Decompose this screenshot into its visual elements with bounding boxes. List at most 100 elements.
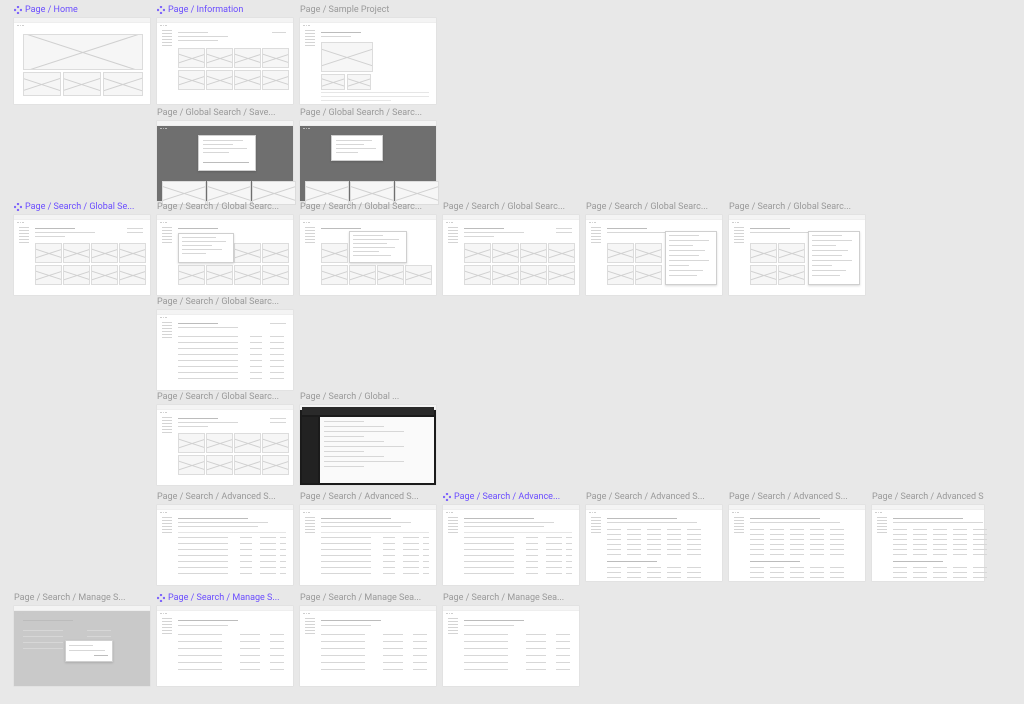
frame-thumbnail[interactable]	[586, 215, 722, 295]
frame[interactable]: Page / Information	[157, 4, 293, 104]
frame-title[interactable]: Page / Search / Manage Sea...	[300, 592, 436, 604]
frame-thumbnail[interactable]	[157, 18, 293, 104]
frame[interactable]: Page / Search / Global Searc...	[729, 201, 865, 295]
frame-title-text: Page / Search / Manage S...	[168, 593, 280, 603]
frame-title[interactable]: Page / Global Search / Save...	[157, 107, 293, 119]
frame[interactable]: Page / Sample Project	[300, 4, 436, 104]
component-icon	[443, 493, 451, 501]
frame-thumbnail[interactable]	[300, 18, 436, 104]
frame-title-text: Page / Search / Advanced S...	[300, 492, 419, 502]
frame[interactable]: Page / Global Search / Save...	[157, 107, 293, 201]
frame-title[interactable]: Page / Search / Advanced S...	[157, 491, 293, 503]
figma-canvas[interactable]: Page / Home Page / Information	[0, 0, 1024, 704]
frame-thumbnail[interactable]	[300, 121, 436, 201]
frame-thumbnail[interactable]	[157, 505, 293, 585]
frame-title-text: Page / Global Search / Save...	[157, 108, 276, 118]
frame-title[interactable]: Page / Search / Global Searc...	[157, 391, 293, 403]
frame-title[interactable]: Page / Search / Global Searc...	[157, 201, 293, 213]
frame-thumbnail[interactable]	[300, 505, 436, 585]
frame-thumbnail[interactable]	[300, 215, 436, 295]
frame-thumbnail[interactable]	[14, 18, 150, 104]
frame-title[interactable]: Page / Search / Manage S...	[14, 592, 150, 604]
frame-title-text: Page / Search / Global Searc...	[157, 392, 279, 402]
frame-title[interactable]: Page / Search / Manage Sea...	[443, 592, 579, 604]
frame-title[interactable]: Page / Search / Global Se...	[14, 201, 150, 213]
frame[interactable]: Page / Search / Global Searc...	[157, 296, 293, 390]
component-icon	[14, 6, 22, 14]
frame-title-text: Page / Search / Advanced S...	[729, 492, 848, 502]
frame-title[interactable]: Page / Search / Global Searc...	[729, 201, 865, 213]
frame-title-text: Page / Search / Global Searc...	[157, 202, 279, 212]
frame-title[interactable]: Page / Search / Manage S...	[157, 592, 293, 604]
frame-title[interactable]: Page / Search / Advanced S...	[872, 491, 984, 503]
frame[interactable]: Page / Search / Global Searc...	[300, 201, 436, 295]
frame-title-text: Page / Search / Global Searc...	[443, 202, 565, 212]
frame[interactable]: Page / Search / Manage S...	[14, 592, 150, 686]
frame[interactable]: Page / Search / Global Se...	[14, 201, 150, 295]
frame[interactable]: Page / Search / Advanced S...	[586, 491, 722, 581]
frame-thumbnail[interactable]	[300, 405, 436, 485]
frame-thumbnail[interactable]	[157, 606, 293, 686]
component-icon	[14, 203, 22, 211]
frame-title-text: Page / Search / Global Searc...	[300, 202, 422, 212]
frame-thumbnail[interactable]	[157, 405, 293, 485]
frame[interactable]: Page / Search / Advanced S...	[157, 491, 293, 585]
frame-thumbnail[interactable]	[872, 505, 984, 581]
frame-title-text: Page / Search / Manage Sea...	[300, 593, 421, 603]
frame[interactable]: Page / Home	[14, 4, 150, 104]
frame-thumbnail[interactable]	[729, 505, 865, 581]
frame[interactable]: Page / Search / Global ...	[300, 391, 436, 485]
frame-title-text: Page / Home	[25, 5, 78, 15]
frame[interactable]: Page / Search / Advanced S...	[300, 491, 436, 585]
frame-thumbnail[interactable]	[443, 505, 579, 585]
frame[interactable]: Page / Search / Advanced S...	[729, 491, 865, 581]
frame[interactable]: Page / Search / Global Searc...	[586, 201, 722, 295]
frame-title[interactable]: Page / Search / Advanced S...	[729, 491, 865, 503]
frame-title-text: Page / Search / Advanced S...	[586, 492, 705, 502]
frame-thumbnail[interactable]	[14, 606, 150, 686]
frame-thumbnail[interactable]	[586, 505, 722, 581]
frame-title[interactable]: Page / Search / Global ...	[300, 391, 436, 403]
frame-title-text: Page / Search / Global Searc...	[729, 202, 851, 212]
frame-thumbnail[interactable]	[443, 215, 579, 295]
frame-title-text: Page / Search / Global Searc...	[586, 202, 708, 212]
frame-thumbnail[interactable]	[443, 606, 579, 686]
frame-title[interactable]: Page / Search / Advance...	[443, 491, 579, 503]
frame-thumbnail[interactable]	[14, 215, 150, 295]
frame[interactable]: Page / Search / Manage Sea...	[300, 592, 436, 686]
frame-thumbnail[interactable]	[729, 215, 865, 295]
frame[interactable]: Page / Search / Global Searc...	[443, 201, 579, 295]
frame-title-text: Page / Search / Advanced S...	[872, 492, 984, 502]
frame-title[interactable]: Page / Search / Global Searc...	[300, 201, 436, 213]
frame[interactable]: Page / Search / Global Searc...	[157, 391, 293, 485]
frame-title-text: Page / Information	[168, 5, 243, 15]
frame-title[interactable]: Page / Home	[14, 4, 150, 16]
frame-thumbnail[interactable]	[157, 215, 293, 295]
frame-title[interactable]: Page / Search / Global Searc...	[443, 201, 579, 213]
frame-title[interactable]: Page / Search / Global Searc...	[586, 201, 722, 213]
component-icon	[157, 594, 165, 602]
frame-title[interactable]: Page / Information	[157, 4, 293, 16]
frame-title-text: Page / Global Search / Searc...	[300, 108, 422, 118]
frame-title[interactable]: Page / Global Search / Searc...	[300, 107, 436, 119]
frame-thumbnail[interactable]	[157, 121, 293, 201]
frame-title[interactable]: Page / Search / Advanced S...	[586, 491, 722, 503]
frame[interactable]: Page / Search / Manage Sea...	[443, 592, 579, 686]
frame-title-text: Page / Sample Project	[300, 5, 389, 15]
frame-title[interactable]: Page / Sample Project	[300, 4, 436, 16]
frame-title-text: Page / Search / Advance...	[454, 492, 560, 502]
frame-title-text: Page / Search / Global Searc...	[157, 297, 279, 307]
component-icon	[157, 6, 165, 14]
frame[interactable]: Page / Search / Global Searc...	[157, 201, 293, 295]
frame-thumbnail[interactable]	[157, 310, 293, 390]
frame-title[interactable]: Page / Search / Advanced S...	[300, 491, 436, 503]
frame-title[interactable]: Page / Search / Global Searc...	[157, 296, 293, 308]
frame-title-text: Page / Search / Advanced S...	[157, 492, 276, 502]
frame[interactable]: Page / Global Search / Searc...	[300, 107, 436, 201]
frame[interactable]: Page / Search / Manage S...	[157, 592, 293, 686]
frame-thumbnail[interactable]	[300, 606, 436, 686]
frame-title-text: Page / Search / Manage S...	[14, 593, 126, 603]
frame-title-text: Page / Search / Manage Sea...	[443, 593, 564, 603]
frame[interactable]: Page / Search / Advanced S...	[872, 491, 984, 581]
frame[interactable]: Page / Search / Advance...	[443, 491, 579, 585]
